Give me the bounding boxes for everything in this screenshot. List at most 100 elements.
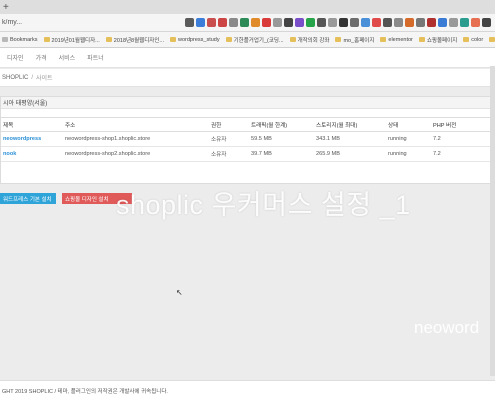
extension-icon[interactable] [185, 18, 194, 27]
cell-storage: 265.9 MB [314, 146, 386, 162]
bookmark-label: 2018년8월웹디자인... [113, 37, 165, 44]
extension-icon[interactable] [416, 18, 425, 27]
bookmark-label: wordpress_study [178, 36, 220, 43]
wordpress-install-button[interactable]: 워드프레스 기본 설치 [0, 193, 56, 204]
bookmark-label: color [471, 36, 484, 43]
column-header: 주소 [63, 117, 209, 132]
bookmark-label: 쇼핑몰페이지 [426, 37, 458, 44]
cell-storage: 343.1 MB [314, 131, 386, 147]
extension-icon[interactable] [207, 18, 216, 27]
bookmark-item[interactable]: 개작의회 강좌 [289, 36, 330, 44]
extension-icon[interactable] [482, 18, 491, 27]
extension-icon[interactable] [328, 18, 337, 27]
bookmark-label: 2019년01월웹디자... [51, 37, 100, 44]
site-name-link[interactable]: neowordpress [1, 131, 63, 147]
nav-item[interactable]: 가격 [36, 53, 47, 62]
extension-icon[interactable] [273, 18, 282, 27]
extension-icon[interactable] [251, 18, 260, 27]
bookmark-label: 기한플거업기_(코딩... [233, 37, 284, 44]
folder-icon [43, 37, 50, 42]
cell-traffic: 39.7 MB [249, 146, 314, 162]
extension-icon[interactable] [449, 18, 458, 27]
column-header: PHP 버전 [431, 117, 479, 132]
bookmark-item[interactable]: 쇼핑몰페이지 [418, 36, 458, 44]
extension-icon[interactable] [427, 18, 436, 27]
extension-icon[interactable] [405, 18, 414, 27]
extension-icon[interactable] [438, 18, 447, 27]
column-header: 스토리지(월 최대) [314, 117, 386, 132]
bookmark-item[interactable]: color [463, 37, 483, 43]
top-navigation: 디자인 가격 서비스 파트너 [0, 48, 495, 68]
folder-icon [289, 37, 296, 42]
bookmark-item[interactable]: mo_홈페이지 [335, 36, 374, 44]
bookmark-item[interactable]: wordpress_study [170, 37, 220, 43]
sites-table: 제목 주소 권한 트래픽(월 한계) 스토리지(월 최대) 상태 PHP 버전 neowor… [1, 117, 495, 162]
table-header-row: 제목 주소 권한 트래픽(월 한계) 스토리지(월 최대) 상태 PHP 버전 [1, 117, 495, 132]
sites-panel: 시아 태평양(서울) 제목 주소 권한 트래픽(월 한계) 스토리지(월 최대) 상태 PH… [0, 96, 495, 184]
extension-icon[interactable] [306, 18, 315, 27]
extension-icon[interactable] [372, 18, 381, 27]
folder-icon [380, 37, 387, 42]
cell-traffic: 59.5 MB [249, 131, 314, 147]
extension-icon[interactable] [394, 18, 403, 27]
cell-status: running [386, 146, 431, 162]
extension-icon[interactable] [460, 18, 469, 27]
column-header: 제목 [1, 117, 63, 132]
action-buttons: 워드프레스 기본 설치 쇼핑몰 디자인 설치 [0, 193, 132, 204]
table-body: neowordpress neowordpress-shop1.shoplic.s… [1, 131, 495, 162]
cell-address: neowordpress-shop2.shoplic.store [63, 146, 209, 162]
bookmark-label: 개작의회 강좌 [297, 37, 330, 44]
nav-item[interactable]: 서비스 [59, 53, 76, 62]
extension-icon[interactable] [350, 18, 359, 27]
bookmark-label: Bookmarks [10, 36, 38, 43]
cell-status: running [386, 131, 431, 147]
folder-icon [335, 37, 342, 42]
extension-icon[interactable] [295, 18, 304, 27]
table-row: nook neowordpress-shop2.shoplic.store 소유자 3… [1, 146, 495, 162]
bookmark-item[interactable]: 기한플거업기_(코딩... [225, 36, 284, 44]
browser-tab-strip: + [0, 0, 495, 14]
nav-item[interactable]: 디자인 [7, 53, 24, 62]
page-content: 디자인 가격 서비스 파트너 SHOPLIC / 사이트 시아 태평양(서울) 제목 주… [0, 48, 495, 400]
bookmark-item[interactable]: 웹디자인 아이티 [489, 36, 495, 44]
extension-icon[interactable] [229, 18, 238, 27]
column-header: 권한 [209, 117, 249, 132]
extension-icon[interactable] [284, 18, 293, 27]
folder-icon [418, 37, 425, 42]
extension-icon[interactable] [317, 18, 326, 27]
site-name-link[interactable]: nook [1, 146, 63, 162]
cell-address: neowordpress-shop1.shoplic.store [63, 131, 209, 147]
table-row: neowordpress neowordpress-shop1.shoplic.s… [1, 131, 495, 147]
panel-title: 시아 태평양(서울) [1, 97, 494, 109]
column-header: 트래픽(월 한계) [249, 117, 314, 132]
breadcrumb-current: 사이트 [36, 76, 53, 82]
new-tab-icon[interactable]: + [3, 2, 9, 13]
bookmark-item[interactable]: 2018년8월웹디자인... [105, 36, 165, 44]
extension-icon[interactable] [339, 18, 348, 27]
extension-toolbar [32, 18, 495, 27]
extension-icon[interactable] [196, 18, 205, 27]
extension-icon[interactable] [361, 18, 370, 27]
url-field[interactable]: k/my... [0, 19, 32, 26]
bookmark-item[interactable]: elementor [380, 37, 413, 43]
extension-icon[interactable] [471, 18, 480, 27]
folder-icon [489, 37, 495, 42]
page-footer: GHT 2019 SHOPLIC / 테마, 플러그인의 저작권은 개발사에 귀… [0, 380, 495, 400]
breadcrumb: SHOPLIC / 사이트 [0, 69, 495, 87]
extension-icon[interactable] [383, 18, 392, 27]
bookmarks-bar: Bookmarks 2019년01월웹디자... 2018년8월웹디자인... wor… [0, 32, 495, 48]
extension-icon[interactable] [262, 18, 271, 27]
folder-icon [463, 37, 470, 42]
breadcrumb-separator: / [31, 74, 34, 81]
extension-icon[interactable] [240, 18, 249, 27]
extension-icon[interactable] [218, 18, 227, 27]
bookmark-label: mo_홈페이지 [343, 37, 375, 44]
breadcrumb-root[interactable]: SHOPLIC [2, 75, 28, 81]
nav-item[interactable]: 파트너 [87, 53, 104, 62]
address-bar: k/my... [0, 14, 495, 32]
scroll-edge [490, 66, 495, 376]
folder-icon [105, 37, 112, 42]
mouse-cursor-icon: ↖ [176, 288, 183, 297]
bookmark-item[interactable]: Bookmarks [2, 37, 38, 43]
bookmark-item[interactable]: 2019년01월웹디자... [43, 36, 100, 44]
